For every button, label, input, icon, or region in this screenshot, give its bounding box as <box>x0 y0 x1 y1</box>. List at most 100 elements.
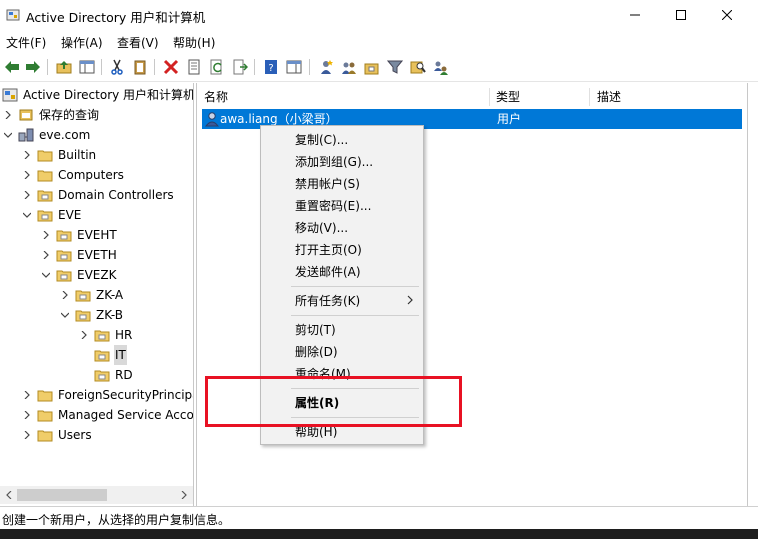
chevron-down-icon[interactable] <box>2 125 14 145</box>
tree-horizontal-scrollbar[interactable] <box>0 486 193 504</box>
menu-file[interactable]: 文件(F) <box>6 34 46 51</box>
menu-help[interactable]: 帮助(H) <box>173 34 215 51</box>
new-ou-button[interactable] <box>362 57 382 77</box>
chevron-down-icon[interactable] <box>59 305 71 325</box>
aduc-window: Active Directory 用户和计算机 文件(F) 操作(A) 查看(V… <box>0 0 758 539</box>
title-bar[interactable]: Active Directory 用户和计算机 <box>0 0 758 30</box>
context-menu-item[interactable]: 删除(D) <box>262 341 422 363</box>
copy-button[interactable] <box>130 57 150 77</box>
tree-item[interactable]: EVEZK <box>40 265 117 285</box>
chevron-right-icon[interactable] <box>21 385 33 405</box>
tree-item[interactable]: IT <box>78 345 127 365</box>
chevron-right-icon[interactable] <box>40 245 52 265</box>
context-menu-item[interactable]: 禁用帐户(S) <box>262 173 422 195</box>
tree-item[interactable]: EVEHT <box>40 225 118 245</box>
chevron-right-icon[interactable] <box>78 325 90 345</box>
menu-view[interactable]: 查看(V) <box>117 34 159 51</box>
context-menu-item-label: 移动(V)... <box>295 221 349 235</box>
ou-folder-icon <box>94 370 110 382</box>
tree-root[interactable]: Active Directory 用户和计算机 <box>2 85 193 105</box>
scroll-thumb[interactable] <box>17 489 107 501</box>
ou-folder-icon <box>75 310 91 322</box>
maximize-button[interactable] <box>658 0 704 30</box>
cut-button[interactable] <box>107 57 127 77</box>
window-title: Active Directory 用户和计算机 <box>26 10 206 25</box>
close-button[interactable] <box>704 0 750 30</box>
tree-item-label: Domain Controllers <box>58 188 174 202</box>
tree-item[interactable]: ForeignSecurityPrincipals <box>21 385 193 405</box>
context-menu-item[interactable]: 发送邮件(A) <box>262 261 422 283</box>
menu-separator <box>291 315 419 316</box>
scroll-left-button[interactable] <box>3 489 15 501</box>
new-user-button[interactable] <box>316 57 336 77</box>
context-menu-item[interactable]: 剪切(T) <box>262 319 422 341</box>
filter-funnel-icon <box>387 60 403 74</box>
export-list-button[interactable] <box>230 57 250 77</box>
tree-item[interactable]: EVE <box>21 205 82 225</box>
chevron-right-icon[interactable] <box>21 425 33 445</box>
menu-action[interactable]: 操作(A) <box>61 34 103 51</box>
tree-item-label: ZK-B <box>96 308 123 322</box>
chevron-right-icon[interactable] <box>59 285 71 305</box>
tree-item[interactable]: RD <box>78 365 134 385</box>
tree-item[interactable]: Builtin <box>21 145 97 165</box>
submenu-arrow-icon <box>406 290 414 312</box>
tree-item[interactable]: HR <box>78 325 133 345</box>
folder-icon <box>37 150 53 162</box>
context-menu-item-label: 所有任务(K) <box>295 294 361 308</box>
chevron-right-icon[interactable] <box>2 105 14 125</box>
back-button[interactable] <box>2 57 22 77</box>
chevron-right-icon[interactable] <box>21 185 33 205</box>
find-button[interactable] <box>408 57 428 77</box>
chevron-right-icon[interactable] <box>40 225 52 245</box>
column-header-description[interactable]: 描述 <box>590 86 740 108</box>
add-to-group-button[interactable] <box>431 57 451 77</box>
svg-text:?: ? <box>268 63 273 74</box>
context-menu-item[interactable]: 添加到组(G)... <box>262 151 422 173</box>
tree-item[interactable]: Computers <box>21 165 125 185</box>
action-pane-button[interactable] <box>284 57 304 77</box>
scroll-right-button[interactable] <box>178 489 190 501</box>
tree-item[interactable]: 保存的查询 <box>2 105 100 125</box>
chevron-down-icon[interactable] <box>40 265 52 285</box>
find-icon <box>410 61 426 74</box>
tree-item[interactable]: Managed Service Accounts <box>21 405 193 425</box>
context-menu-item[interactable]: 移动(V)... <box>262 217 422 239</box>
tree-item[interactable]: Domain Controllers <box>21 185 175 205</box>
menu-separator <box>291 286 419 287</box>
new-group-button[interactable] <box>339 57 359 77</box>
tree-item[interactable]: ZK-B <box>59 305 124 325</box>
help-button[interactable]: ? <box>261 57 281 77</box>
delete-button[interactable] <box>161 57 181 77</box>
context-menu-item[interactable]: 重置密码(E)... <box>262 195 422 217</box>
context-menu-item[interactable]: 打开主页(O) <box>262 239 422 261</box>
forward-button[interactable] <box>23 57 43 77</box>
tree-item-label: 保存的查询 <box>39 108 100 122</box>
refresh-button[interactable] <box>207 57 227 77</box>
column-header-type[interactable]: 类型 <box>489 86 589 108</box>
new-user-icon <box>321 60 333 74</box>
chevron-right-icon[interactable] <box>21 405 33 425</box>
tree-item[interactable]: eve.com <box>2 125 91 145</box>
column-header-name[interactable]: 名称 <box>197 86 489 108</box>
filter-button[interactable] <box>385 57 405 77</box>
ou-folder-icon <box>75 290 91 302</box>
tree-item[interactable]: Users <box>21 425 93 445</box>
console-tree: Active Directory 用户和计算机 保存的查询 eve.com Buil… <box>0 83 194 506</box>
tree-item[interactable]: ZK-A <box>59 285 124 305</box>
context-menu-item[interactable]: 所有任务(K) <box>262 290 422 312</box>
chevron-right-icon[interactable] <box>21 145 33 165</box>
show-hide-tree-button[interactable] <box>77 57 97 77</box>
chevron-down-icon[interactable] <box>21 205 33 225</box>
context-menu-item-label: 删除(D) <box>295 345 338 359</box>
up-level-button[interactable] <box>54 57 74 77</box>
chevron-right-icon[interactable] <box>21 165 33 185</box>
context-menu-item[interactable]: 复制(C)... <box>262 129 422 151</box>
pane-toggle-icon <box>286 60 302 74</box>
minimize-button[interactable] <box>612 0 658 30</box>
chevron-left-icon <box>6 491 12 499</box>
tree-item[interactable]: EVETH <box>40 245 118 265</box>
properties-button[interactable] <box>184 57 204 77</box>
context-menu-item-label: 帮助(H) <box>295 425 338 439</box>
